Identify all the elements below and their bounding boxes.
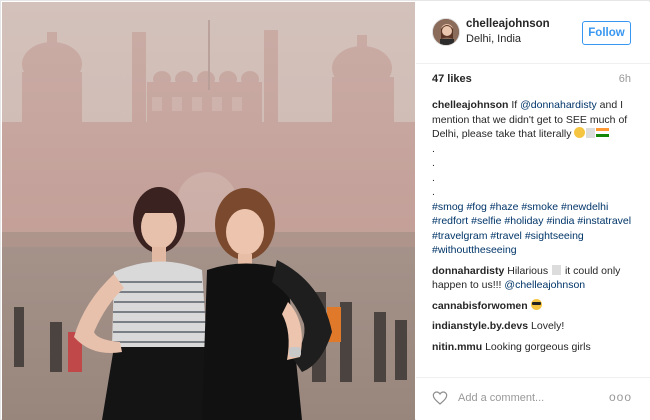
post-username[interactable]: chelleajohnson: [466, 18, 550, 30]
hashtag[interactable]: #withouttheseeing: [432, 244, 517, 256]
comment-username[interactable]: cannabisforwomen: [432, 300, 528, 312]
caption: chelleajohnson If @donnahardisty and I m…: [432, 98, 642, 258]
more-options-icon[interactable]: ooo: [609, 390, 632, 404]
avatar-image: [433, 19, 459, 45]
heart-icon[interactable]: [432, 390, 448, 406]
comment-item: indianstyle.by.devs Lovely!: [432, 319, 642, 334]
add-comment-input[interactable]: [458, 389, 608, 407]
hashtag[interactable]: #selfie: [471, 215, 501, 227]
hashtag[interactable]: #india: [546, 215, 574, 227]
comment-text: Looking gorgeous girls: [485, 340, 591, 353]
caption-mention[interactable]: @donnahardisty: [520, 99, 597, 111]
hashtag[interactable]: #smog: [432, 201, 464, 213]
follow-button[interactable]: Follow: [582, 21, 631, 45]
comment-item: nitin.mmu Looking gorgeous girls: [432, 340, 642, 355]
hashtag-list: #smog #fog #haze #smoke #newdelhi #redfo…: [432, 201, 631, 257]
post-stats: 47 likes 6h: [416, 64, 650, 92]
comments-section: chelleajohnson If @donnahardisty and I m…: [432, 98, 642, 360]
caption-dot: .: [432, 157, 435, 169]
india-flag-icon: [596, 128, 610, 137]
caption-text-1: If: [511, 99, 518, 111]
instagram-post-card: chelleajohnson Delhi, India Follow 47 li…: [0, 0, 650, 420]
post-footer: ooo: [416, 377, 650, 420]
comment-text: Lovely!: [531, 320, 565, 332]
hashtag[interactable]: #fog: [466, 201, 486, 213]
caption-dot: .: [432, 171, 435, 184]
red-fort-selfie-photo: [2, 2, 415, 420]
hashtag[interactable]: #newdelhi: [561, 201, 608, 213]
sunglasses-emoji-icon: [530, 298, 542, 310]
hashtag[interactable]: #travelgram: [432, 230, 487, 242]
comment-username[interactable]: indianstyle.by.devs: [432, 320, 528, 332]
comment-username[interactable]: donnahardisty: [432, 265, 504, 277]
hashtag[interactable]: #sightseeing: [525, 230, 584, 242]
likes-count[interactable]: 47 likes: [432, 73, 472, 85]
caption-dot: .: [432, 186, 435, 198]
hashtag[interactable]: #holiday: [504, 215, 543, 227]
laughing-emoji-icon: [574, 127, 586, 138]
comment-username[interactable]: nitin.mmu: [432, 341, 482, 353]
hashtag[interactable]: #instatravel: [577, 215, 631, 227]
comment-item: cannabisforwomen: [432, 298, 642, 314]
post-location[interactable]: Delhi, India: [466, 33, 521, 45]
post-header: chelleajohnson Delhi, India Follow: [416, 2, 650, 64]
avatar[interactable]: [432, 18, 460, 46]
comment-text: Hilarious: [507, 264, 549, 277]
unknown-glyph-icon: [586, 128, 596, 138]
hashtag[interactable]: #haze: [490, 201, 519, 213]
post-photo[interactable]: [2, 2, 415, 420]
caption-dot: .: [432, 142, 435, 155]
comment-item: donnahardisty Hilarious it could only ha…: [432, 264, 642, 293]
hashtag[interactable]: #travel: [490, 230, 522, 242]
caption-username[interactable]: chelleajohnson: [432, 99, 508, 111]
comment-mention[interactable]: @chelleajohnson: [504, 279, 585, 291]
post-time[interactable]: 6h: [619, 73, 631, 85]
hashtag[interactable]: #smoke: [521, 201, 558, 213]
post-details-panel: chelleajohnson Delhi, India Follow 47 li…: [416, 2, 650, 420]
unknown-glyph-icon: [552, 264, 562, 275]
hashtag[interactable]: #redfort: [432, 215, 468, 227]
